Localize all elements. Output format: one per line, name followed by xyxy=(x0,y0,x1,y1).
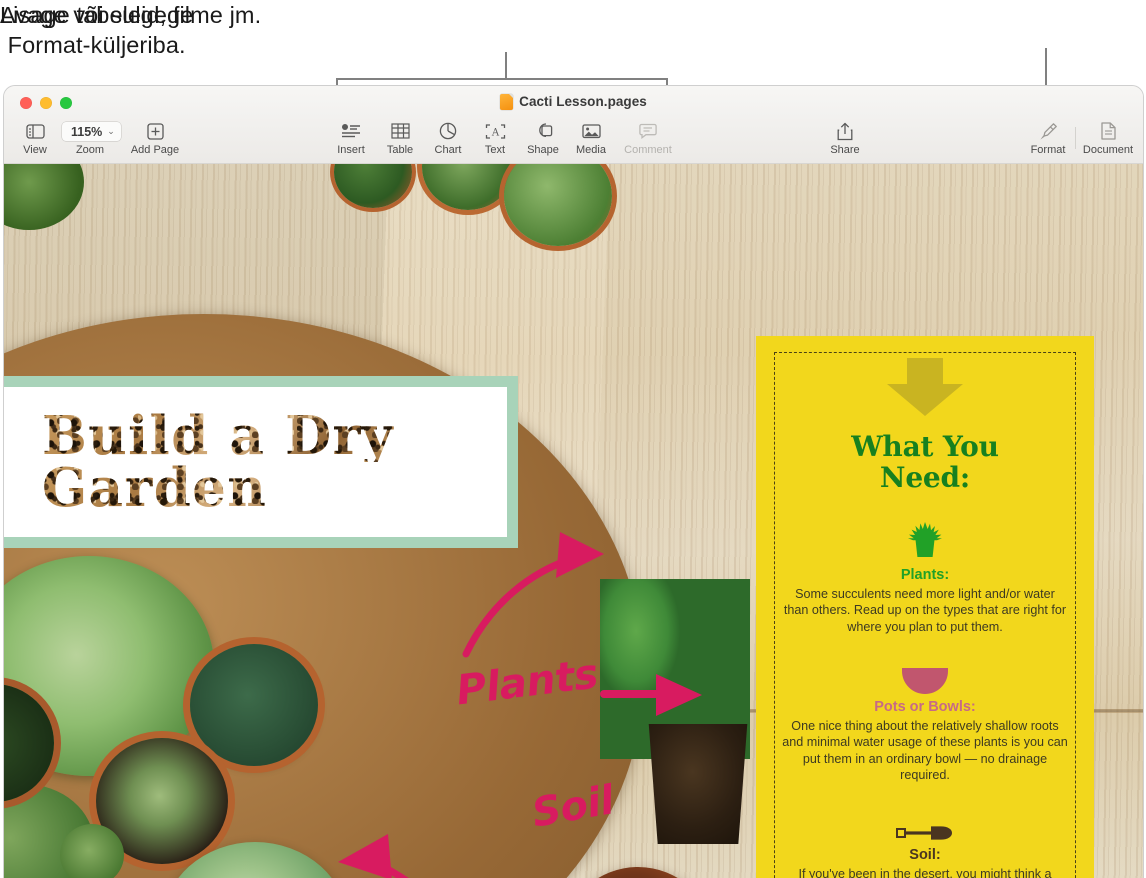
sidebar-panel-icon xyxy=(25,120,45,142)
share-upload-icon xyxy=(837,120,853,142)
toolbar-divider xyxy=(1075,127,1076,149)
chevron-down-icon: ⌄ xyxy=(107,126,115,136)
cactus-plant-icon xyxy=(782,520,1068,562)
trowel-shovel-icon xyxy=(782,800,1068,842)
toolbar-view-label: View xyxy=(23,144,47,156)
toolbar-zoom-label-wrap: Zoom xyxy=(59,142,121,156)
document-canvas[interactable]: Build a Dry Garden What You Need: Plants… xyxy=(4,164,1143,878)
pages-document-icon xyxy=(500,93,514,110)
shapes-icon xyxy=(534,120,553,142)
main-toolbar: View 115% ⌄ Zoom Add Page Insert Table C… xyxy=(4,117,1143,164)
curved-arrow-up-left-icon xyxy=(338,834,409,878)
straight-arrow-right-icon xyxy=(600,674,702,716)
small-round-cactus xyxy=(60,824,124,878)
toolbar-chart-label: Chart xyxy=(434,144,462,156)
down-arrow-icon xyxy=(887,358,963,416)
format-brush-icon xyxy=(1039,120,1058,142)
toolbar-add-page-label: Add Page xyxy=(130,144,180,156)
toolbar-shape-label: Shape xyxy=(527,144,559,156)
toolbar-format-button[interactable]: Format xyxy=(1017,120,1079,156)
need-heading-plants: Plants: xyxy=(900,566,950,583)
pie-chart-icon xyxy=(439,120,457,142)
toolbar-zoom-label: Zoom xyxy=(75,144,105,156)
callout-format-sidebar-text: Avage või sulgege Format-küljeriba. xyxy=(0,2,194,59)
document-title: Cacti Lesson.pages xyxy=(519,94,647,109)
svg-text:A: A xyxy=(490,127,499,138)
panel-heading-line1: What You xyxy=(851,430,999,463)
toolbar-add-page-button[interactable]: Add Page xyxy=(124,120,186,156)
need-block-plants: Plants: Some succulents need more light … xyxy=(782,520,1068,636)
toolbar-document-button[interactable]: Document xyxy=(1077,120,1139,156)
callout-insert-stem xyxy=(505,52,507,79)
need-body-pots: One nice thing about the relatively shal… xyxy=(782,718,1068,783)
text-box-icon: A xyxy=(485,120,506,142)
panel-content: What You Need: Plants: Some succulents n… xyxy=(782,358,1068,878)
panel-heading: What You Need: xyxy=(782,431,1068,494)
need-body-soil: If you've been in the desert, you might … xyxy=(798,866,1052,878)
document-title-group[interactable]: Cacti Lesson.pages xyxy=(4,86,1143,117)
toolbar-table-label: Table xyxy=(386,144,414,156)
curved-arrow-up-right-icon xyxy=(462,532,604,658)
panel-heading-line2: Need: xyxy=(879,461,971,495)
cactus-root-ball-soil xyxy=(648,724,748,844)
bowl-icon xyxy=(782,652,1068,694)
need-heading-soil: Soil: xyxy=(909,846,941,863)
document-heading-line2: Garden xyxy=(42,462,394,515)
toolbar-comment-label: Comment xyxy=(624,144,672,156)
toolbar-comment-button[interactable]: Comment xyxy=(617,120,679,156)
toolbar-insert-label: Insert xyxy=(337,144,365,156)
document-page-icon xyxy=(1100,120,1116,142)
toolbar-document-label: Document xyxy=(1082,144,1134,156)
zoom-popup-button[interactable]: 115% ⌄ xyxy=(62,122,121,141)
barrel-cactus-spiny xyxy=(190,644,318,766)
toolbar-share-label: Share xyxy=(830,144,860,156)
toolbar-media-label: Media xyxy=(576,144,606,156)
pages-application-window: Cacti Lesson.pages View 115% ⌄ Zoom Add … xyxy=(4,86,1143,878)
document-heading-line1: Build a Dry xyxy=(42,404,394,467)
what-you-need-panel[interactable]: What You Need: Plants: Some succulents n… xyxy=(756,336,1094,878)
callout-insert-bracket-horizontal xyxy=(336,78,668,80)
toolbar-view-button[interactable]: View xyxy=(4,120,66,156)
need-heading-pots: Pots or Bowls: xyxy=(874,698,976,715)
comment-bubble-icon xyxy=(639,120,657,142)
document-title-textbox[interactable]: Build a Dry Garden xyxy=(4,376,518,548)
plus-square-icon xyxy=(146,120,164,142)
need-block-pots: Pots or Bowls: One nice thing about the … xyxy=(782,652,1068,784)
toolbar-text-label: Text xyxy=(484,144,506,156)
toolbar-share-button[interactable]: Share xyxy=(814,120,876,156)
toolbar-format-label: Format xyxy=(1030,144,1066,156)
need-block-soil: Soil: If you've been in the desert, you … xyxy=(782,800,1068,878)
window-titlebar: Cacti Lesson.pages xyxy=(4,86,1143,117)
zoom-value: 115% xyxy=(71,124,103,139)
insert-list-icon xyxy=(341,120,361,142)
media-photo-icon xyxy=(581,120,601,142)
need-body-plants: Some succulents need more light and/or w… xyxy=(783,586,1067,634)
toolbar-media-button[interactable]: Media xyxy=(560,120,622,156)
table-grid-icon xyxy=(390,120,410,142)
